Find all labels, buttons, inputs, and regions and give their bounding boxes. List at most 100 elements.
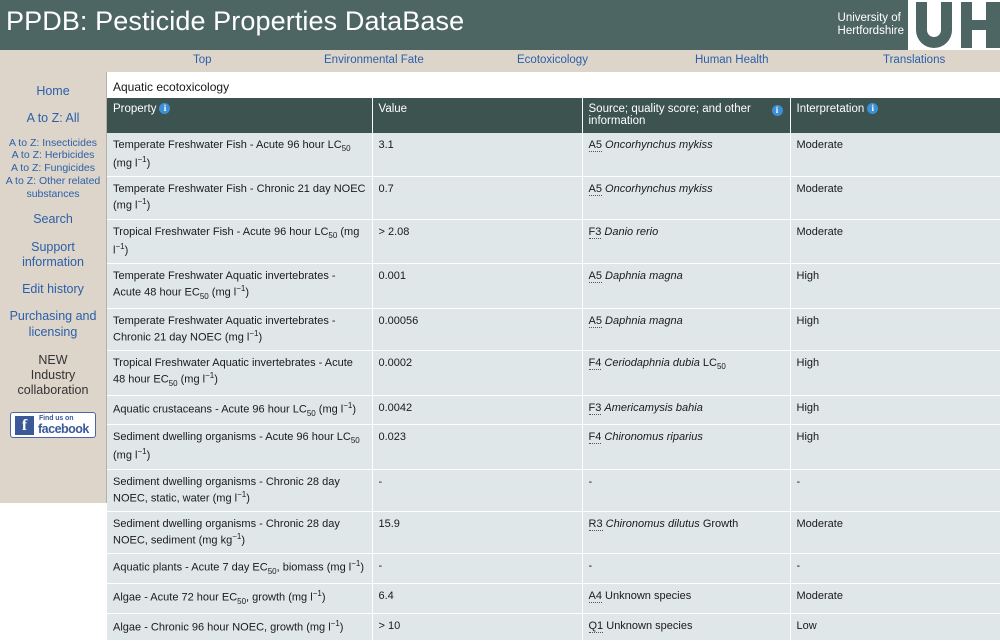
- university-line-2: Hertfordshire: [837, 25, 904, 37]
- cell-source: F4 Ceriodaphnia dubia LC50: [582, 350, 791, 396]
- cell-source: A5 Daphnia magna: [582, 263, 791, 309]
- sidebar-item-purchasing-licensing[interactable]: Purchasing and licensing: [0, 309, 106, 340]
- property-info-icon[interactable]: i: [159, 103, 171, 114]
- quality-score-code[interactable]: A5: [588, 139, 602, 152]
- table-row: Aquatic crustaceans - Acute 96 hour LC50…: [107, 395, 1000, 426]
- cell-value: > 10: [372, 613, 583, 641]
- facebook-wordmark: facebook: [38, 421, 89, 436]
- source-info-icon[interactable]: i: [771, 105, 783, 116]
- table-row: Sediment dwelling organisms - Chronic 28…: [107, 469, 1000, 513]
- quality-score-code[interactable]: F3: [588, 401, 602, 415]
- cell-source: A5 Oncorhynchus mykiss: [582, 133, 791, 178]
- cell-interpretation: High: [790, 424, 1000, 470]
- species-name: Ceriodaphnia dubia: [604, 357, 700, 370]
- sidebar-item-a-to-z-insecticides[interactable]: A to Z: Insecticides: [0, 137, 106, 150]
- cell-property: Temperate Freshwater Aquatic invertebrat…: [107, 263, 373, 309]
- table-row: Temperate Freshwater Fish - Chronic 21 d…: [107, 176, 1000, 220]
- cell-property: Temperate Freshwater Fish - Acute 96 hou…: [107, 133, 373, 178]
- quality-score-code[interactable]: A5: [588, 314, 602, 328]
- species-name: Chironomus dilutus: [605, 518, 700, 531]
- sidebar-item-a-to-z-herbicides[interactable]: A to Z: Herbicides: [0, 149, 106, 162]
- nav-item-ecotoxicology[interactable]: Ecotoxicology: [517, 54, 588, 66]
- aquatic-ecotoxicology-table: Property i Value Source; quality score; a…: [107, 98, 1000, 641]
- cell-interpretation: -: [790, 553, 1000, 585]
- facebook-button[interactable]: f Find us on facebook: [10, 411, 96, 438]
- cell-value: 0.001: [372, 263, 583, 309]
- cell-source: -: [582, 553, 791, 585]
- column-header-value-label: Value: [378, 103, 408, 115]
- sidebar-item-a-to-z-other[interactable]: A to Z: Other related substances: [0, 175, 106, 201]
- sidebar-item-support-information[interactable]: Support information: [0, 240, 106, 271]
- cell-value: -: [372, 469, 583, 513]
- sidebar-industry-collaboration[interactable]: NEW Industry collaboration: [0, 353, 106, 399]
- cell-interpretation: Moderate: [790, 176, 1000, 220]
- species-name: Danio rerio: [604, 225, 659, 238]
- sidebar-item-a-to-z-fungicides[interactable]: A to Z: Fungicides: [0, 162, 106, 175]
- cell-source: A5 Daphnia magna: [582, 308, 791, 352]
- cell-property: Tropical Freshwater Aquatic invertebrate…: [107, 350, 373, 396]
- university-line-1: University of: [837, 12, 901, 24]
- table-row: Sediment dwelling organisms - Chronic 28…: [107, 511, 1000, 555]
- site-banner: PPDB: Pesticide Properties DataBase Univ…: [0, 0, 1000, 50]
- column-header-value: Value: [372, 98, 583, 133]
- nav-item-translations[interactable]: Translations: [883, 54, 945, 66]
- cell-value: 0.00056: [372, 308, 583, 352]
- cell-value: 15.9: [372, 511, 583, 555]
- table-row: Tropical Freshwater Fish - Acute 96 hour…: [107, 219, 1000, 265]
- cell-property: Sediment dwelling organisms - Chronic 28…: [107, 511, 373, 555]
- quality-score-code[interactable]: R3: [588, 518, 603, 532]
- university-name: University of Hertfordshire: [838, 12, 904, 38]
- column-header-source-label: Source; quality score; and other informa…: [588, 103, 751, 127]
- column-header-interpretation-label: Interpretation: [796, 103, 865, 115]
- facebook-find-us-label: Find us on: [39, 414, 74, 422]
- interpretation-info-icon[interactable]: i: [867, 103, 879, 114]
- quality-score-code[interactable]: A5: [588, 270, 602, 284]
- column-header-interpretation: Interpretation i: [790, 98, 1000, 133]
- cell-property: Algae - Chronic 96 hour NOEC, growth (mg…: [107, 613, 373, 641]
- nav-item-environmental-fate[interactable]: Environmental Fate: [324, 54, 424, 66]
- cell-property: Aquatic crustaceans - Acute 96 hour LC50…: [107, 395, 373, 426]
- cell-property: Aquatic plants - Acute 7 day EC50, bioma…: [107, 553, 373, 585]
- cell-interpretation: Moderate: [790, 583, 1000, 614]
- table-row: Temperate Freshwater Fish - Acute 96 hou…: [107, 133, 1000, 178]
- species-name: Chironomus riparius: [604, 431, 703, 444]
- column-header-source: Source; quality score; and other informa…: [582, 98, 791, 133]
- table-row: Algae - Chronic 96 hour NOEC, growth (mg…: [107, 613, 1000, 641]
- species-name: Daphnia magna: [605, 314, 683, 327]
- cell-property: Tropical Freshwater Fish - Acute 96 hour…: [107, 219, 373, 265]
- cell-source: R3 Chironomus dilutus Growth: [582, 511, 791, 555]
- species-name: Oncorhynchus mykiss: [605, 183, 713, 196]
- quality-score-code[interactable]: F3: [588, 225, 602, 239]
- cell-value: 0.0042: [372, 395, 583, 426]
- sidebar: Home A to Z: All A to Z: Insecticides A …: [0, 72, 106, 503]
- main-nav: Top Environmental Fate Ecotoxicology Hum…: [0, 50, 1000, 72]
- quality-score-code[interactable]: F4: [588, 431, 602, 445]
- cell-value: 0.0002: [372, 350, 583, 396]
- source-suffix: Unknown species: [606, 619, 693, 632]
- source-suffix: Unknown species: [605, 590, 692, 603]
- sidebar-item-edit-history[interactable]: Edit history: [0, 282, 106, 297]
- quality-score-code[interactable]: Q1: [588, 619, 604, 633]
- cell-interpretation: High: [790, 263, 1000, 309]
- section-title: Aquatic ecotoxicology: [113, 80, 230, 94]
- sidebar-a-to-z-group: A to Z: Insecticides A to Z: Herbicides …: [0, 137, 106, 201]
- quality-score-code[interactable]: F4: [588, 357, 602, 371]
- new-badge-label: NEW: [38, 352, 68, 367]
- cell-property: Sediment dwelling organisms - Acute 96 h…: [107, 424, 373, 470]
- nav-item-top[interactable]: Top: [193, 54, 212, 66]
- cell-source: A5 Oncorhynchus mykiss: [582, 176, 791, 220]
- sidebar-item-a-to-z-all[interactable]: A to Z: All: [0, 111, 106, 126]
- cell-value: 3.1: [372, 133, 583, 178]
- collaboration-label: collaboration: [17, 383, 89, 398]
- cell-source: -: [582, 469, 791, 513]
- content-area: Aquatic ecotoxicology Property i Value So…: [106, 72, 1000, 641]
- quality-score-code[interactable]: A5: [588, 183, 602, 197]
- quality-score-code[interactable]: A4: [588, 590, 602, 604]
- sidebar-item-home[interactable]: Home: [0, 84, 106, 99]
- nav-item-human-health[interactable]: Human Health: [695, 54, 769, 66]
- sidebar-item-search[interactable]: Search: [0, 212, 106, 227]
- facebook-icon: f: [15, 415, 34, 435]
- cell-source: A4 Unknown species: [582, 583, 791, 614]
- cell-interpretation: Moderate: [790, 219, 1000, 265]
- column-header-property-label: Property: [113, 103, 157, 115]
